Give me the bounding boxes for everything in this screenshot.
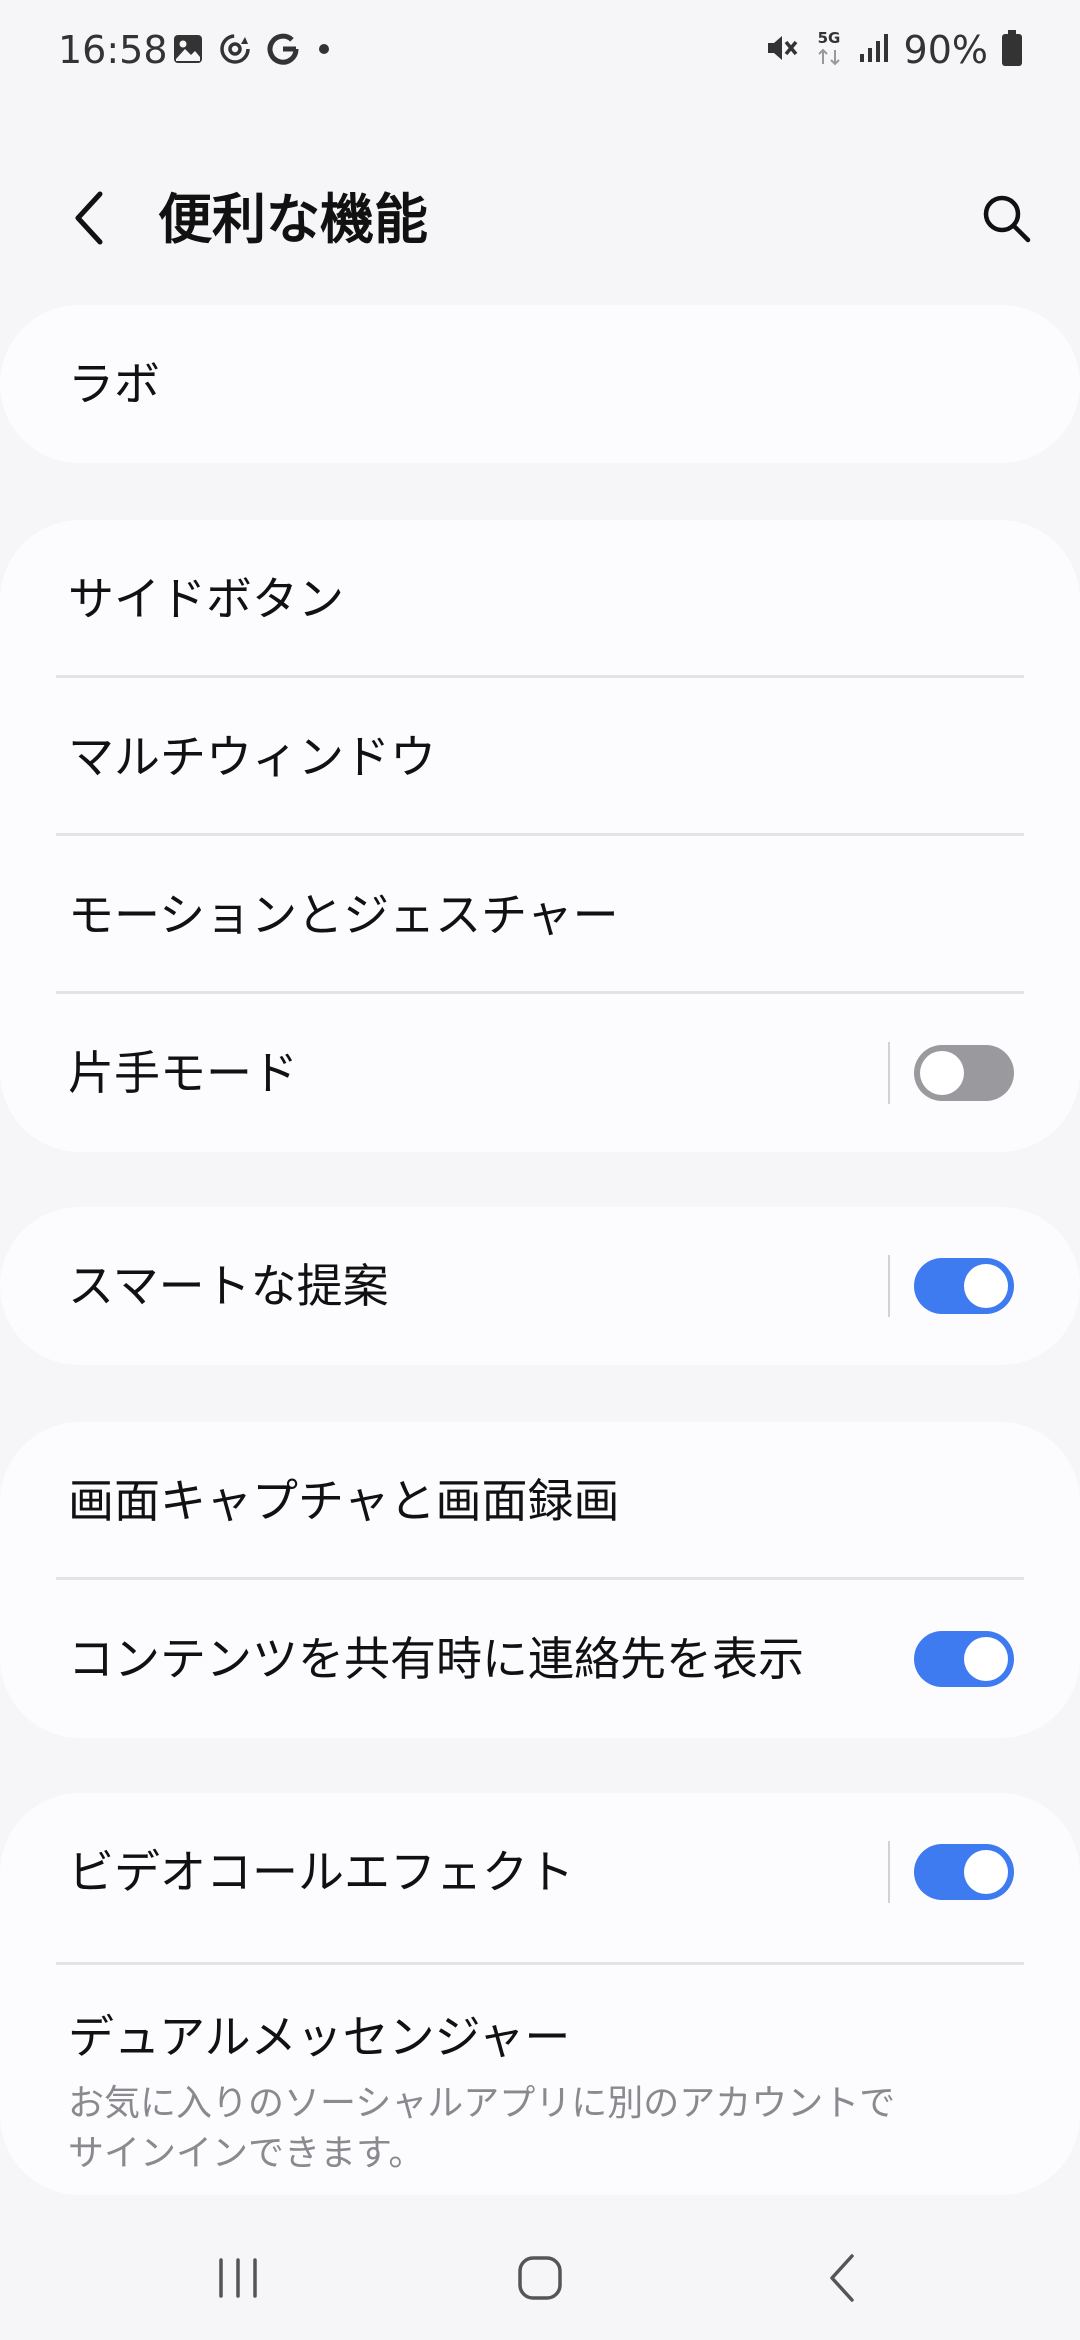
vertical-separator (888, 1841, 890, 1903)
multi-window-label: マルチウィンドウ (68, 730, 436, 784)
signal-icon (858, 32, 890, 68)
toggle-knob (964, 1637, 1008, 1681)
share-contacts-label: コンテンツを共有時に連絡先を表示 (68, 1632, 804, 1686)
back-nav-button[interactable] (804, 2248, 884, 2312)
toggle-knob (964, 1850, 1008, 1894)
back-button[interactable] (58, 188, 122, 252)
dual-messenger-title: デュアルメッセンジャー (68, 2010, 571, 2064)
multi-window-row[interactable]: マルチウィンドウ (0, 678, 1080, 836)
chevron-left-icon (70, 188, 110, 252)
smart-suggestions-toggle[interactable] (914, 1258, 1014, 1314)
smart-suggestions-row[interactable]: スマートな提案 (0, 1207, 1080, 1365)
battery-icon (1002, 30, 1022, 70)
vertical-separator (888, 1255, 890, 1317)
sync-icon (218, 32, 252, 70)
search-icon (978, 190, 1034, 250)
5g-icon: 5G (814, 28, 844, 72)
labs-card: ラボ (0, 305, 1080, 463)
status-notification-icons (172, 32, 334, 70)
screenshots-recorder-label: 画面キャプチャと画面録画 (68, 1474, 620, 1528)
labs-row[interactable]: ラボ (0, 305, 1080, 463)
video-call-effects-label: ビデオコールエフェクト (68, 1845, 574, 1899)
general-features-card: サイドボタン マルチウィンドウ モーションとジェスチャー 片手モード (0, 520, 1080, 1152)
calls-messenger-card: ビデオコールエフェクト デュアルメッセンジャー お気に入りのソーシャルアプリに別… (0, 1793, 1080, 2195)
motions-gestures-label: モーションとジェスチャー (68, 888, 619, 942)
home-button[interactable] (500, 2248, 580, 2312)
one-handed-mode-row[interactable]: 片手モード (0, 994, 1080, 1152)
svg-text:5G: 5G (817, 29, 840, 47)
dual-messenger-row[interactable]: デュアルメッセンジャー お気に入りのソーシャルアプリに別のアカウントでサインイン… (0, 1965, 1080, 2195)
labs-label: ラボ (68, 357, 160, 411)
share-contacts-toggle[interactable] (914, 1631, 1014, 1687)
share-contacts-row[interactable]: コンテンツを共有時に連絡先を表示 (0, 1580, 1080, 1738)
one-handed-mode-label: 片手モード (68, 1046, 298, 1100)
screenshots-recorder-row[interactable]: 画面キャプチャと画面録画 (0, 1422, 1080, 1580)
smart-suggestions-label: スマートな提案 (68, 1259, 389, 1313)
video-call-effects-toggle[interactable] (914, 1844, 1014, 1900)
recent-apps-icon (213, 2256, 263, 2304)
side-button-label: サイドボタン (68, 572, 344, 626)
capture-share-card: 画面キャプチャと画面録画 コンテンツを共有時に連絡先を表示 (0, 1422, 1080, 1738)
home-icon (515, 2253, 565, 2307)
page-title: 便利な機能 (158, 188, 428, 251)
vertical-separator (888, 1042, 890, 1104)
gallery-icon (172, 33, 204, 69)
toggle-knob (964, 1264, 1008, 1308)
back-icon (824, 2252, 864, 2308)
smart-suggestions-card: スマートな提案 (0, 1207, 1080, 1365)
status-time: 16:58 (58, 28, 168, 72)
recent-apps-button[interactable] (198, 2248, 278, 2312)
motions-gestures-row[interactable]: モーションとジェスチャー (0, 836, 1080, 994)
navigation-bar (0, 2220, 1080, 2340)
mute-icon (764, 30, 800, 70)
one-handed-mode-toggle[interactable] (914, 1045, 1014, 1101)
toggle-knob (920, 1051, 964, 1095)
dual-messenger-description: お気に入りのソーシャルアプリに別のアカウントでサインインできます。 (68, 2083, 896, 2174)
side-button-row[interactable]: サイドボタン (0, 520, 1080, 678)
video-call-effects-row[interactable]: ビデオコールエフェクト (0, 1793, 1080, 1965)
app-header: 便利な機能 (0, 160, 1080, 280)
status-bar: 16:58 5G 90% (0, 0, 1080, 100)
dot-icon (314, 39, 334, 63)
google-icon (266, 32, 300, 70)
search-button[interactable] (974, 188, 1038, 252)
battery-percent: 90% (903, 28, 988, 72)
status-system-icons: 5G 90% (764, 27, 1022, 73)
